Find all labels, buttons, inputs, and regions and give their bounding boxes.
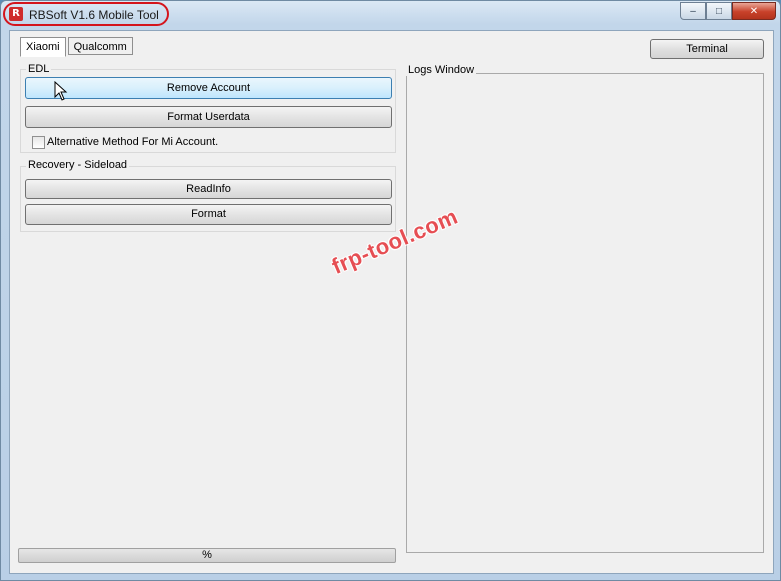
progress-label: % xyxy=(202,549,212,561)
minimize-button[interactable]: – xyxy=(680,2,706,20)
tab-strip: Xiaomi Qualcomm xyxy=(20,37,135,57)
format-userdata-button[interactable]: Format Userdata xyxy=(25,106,392,128)
window-controls: – □ ✕ xyxy=(680,2,776,20)
close-button[interactable]: ✕ xyxy=(732,2,776,20)
alt-method-label: Alternative Method For Mi Account. xyxy=(47,136,219,148)
logs-window-title: Logs Window xyxy=(406,64,477,76)
tab-qualcomm[interactable]: Qualcomm xyxy=(67,37,133,55)
readinfo-button[interactable]: ReadInfo xyxy=(25,179,392,199)
format-button[interactable]: Format xyxy=(25,204,392,225)
progress-bar: % xyxy=(18,548,396,563)
edl-group-title: EDL xyxy=(26,63,52,75)
tab-xiaomi[interactable]: Xiaomi xyxy=(20,37,66,57)
maximize-button[interactable]: □ xyxy=(706,2,732,20)
client-area: Xiaomi Qualcomm Terminal EDL Remove Acco… xyxy=(9,30,774,574)
alt-method-checkbox[interactable] xyxy=(32,136,45,149)
terminal-button[interactable]: Terminal xyxy=(650,39,764,59)
title-highlight-ring xyxy=(3,2,169,26)
remove-account-button[interactable]: Remove Account xyxy=(25,77,392,99)
recovery-group-title: Recovery - Sideload xyxy=(26,159,130,171)
app-window: R RBSoft V1.6 Mobile Tool – □ ✕ Xiaomi Q… xyxy=(0,0,781,581)
mouse-cursor-icon xyxy=(54,81,68,101)
logs-window[interactable] xyxy=(406,73,764,553)
title-bar[interactable]: R RBSoft V1.6 Mobile Tool – □ ✕ xyxy=(1,1,781,29)
